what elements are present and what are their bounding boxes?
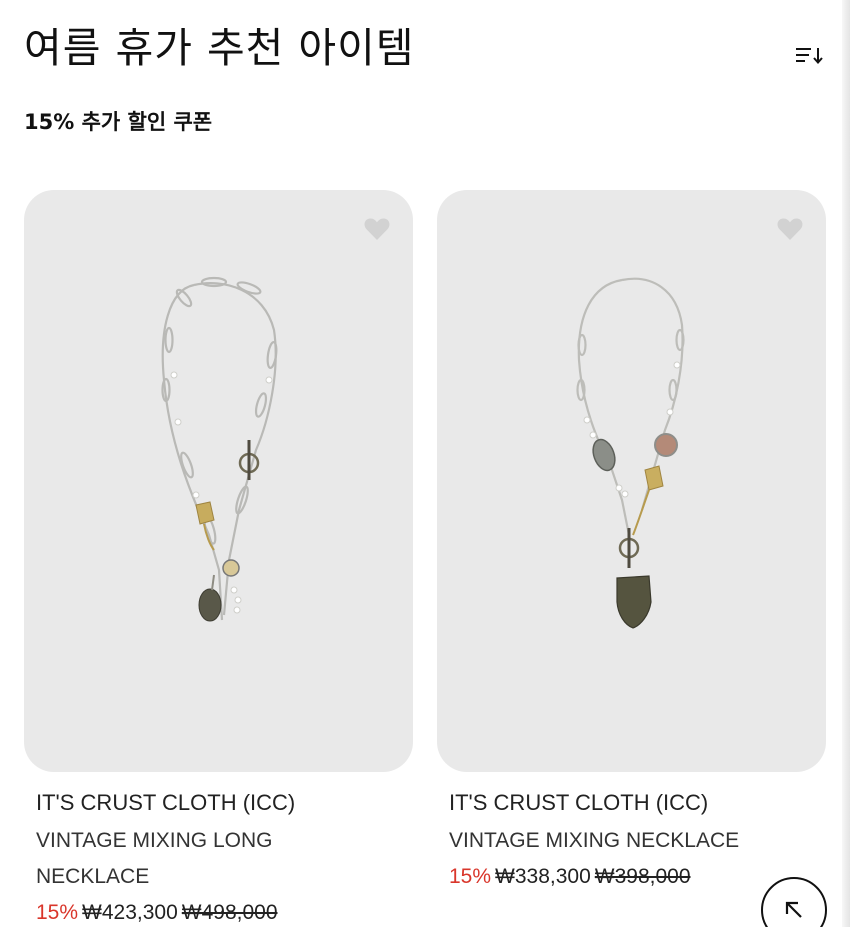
sort-button[interactable] <box>792 44 826 68</box>
product-name-line: NECKLACE <box>36 865 150 888</box>
product-price: 15% ₩338,300 ₩398,000 <box>449 859 819 895</box>
product-name-line: VINTAGE MIXING LONG <box>36 829 273 852</box>
original-price: ₩398,000 <box>594 865 691 888</box>
product-name[interactable]: VINTAGE MIXING LONG NECKLACE <box>36 823 406 895</box>
discount-rate: 15% <box>36 901 79 924</box>
mixing-necklace-image <box>576 277 685 629</box>
long-necklace-image <box>161 276 278 622</box>
product-name[interactable]: VINTAGE MIXING NECKLACE <box>449 823 819 859</box>
arrow-up-left-icon <box>785 901 802 918</box>
product-brand[interactable]: IT'S CRUST CLOTH (ICC) <box>36 788 406 818</box>
heart-icon <box>364 218 390 240</box>
product-image[interactable] <box>24 190 413 772</box>
product-info: IT'S CRUST CLOTH (ICC) VINTAGE MIXING LO… <box>36 788 406 927</box>
wishlist-button[interactable] <box>776 216 804 242</box>
product-card[interactable]: IT'S CRUST CLOTH (ICC) VINTAGE MIXING NE… <box>437 190 826 888</box>
sale-price: ₩423,300 <box>82 901 178 924</box>
product-price: 15% ₩423,300 ₩498,000 <box>36 895 406 927</box>
product-card[interactable]: IT'S CRUST CLOTH (ICC) VINTAGE MIXING LO… <box>24 190 413 924</box>
sale-price: ₩338,300 <box>495 865 591 888</box>
page-title: 여름 휴가 추천 아이템 <box>24 24 415 72</box>
wishlist-button[interactable] <box>363 216 391 242</box>
heart-icon <box>777 218 803 240</box>
discount-rate: 15% <box>449 865 492 888</box>
original-price: ₩498,000 <box>181 901 278 924</box>
product-brand[interactable]: IT'S CRUST CLOTH (ICC) <box>449 788 819 818</box>
coupon-subtitle: 15% 추가 할인 쿠폰 <box>24 110 213 134</box>
sort-descending-icon <box>796 48 823 65</box>
product-image[interactable] <box>437 190 826 772</box>
product-info: IT'S CRUST CLOTH (ICC) VINTAGE MIXING NE… <box>449 788 819 895</box>
page-edge-shadow <box>842 0 850 927</box>
product-name-line: VINTAGE MIXING NECKLACE <box>449 829 740 852</box>
